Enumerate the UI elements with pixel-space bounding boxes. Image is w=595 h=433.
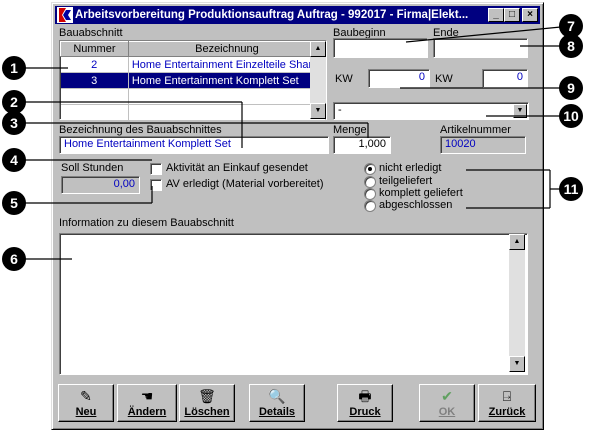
callout-8: 8: [559, 34, 583, 58]
callout-9: 9: [559, 76, 583, 100]
callout-3: 3: [2, 111, 26, 135]
callout-10: 10: [559, 104, 583, 128]
callout-6: 6: [2, 247, 26, 271]
callout-11: 11: [559, 177, 583, 201]
callout-lines: [25, 25, 572, 260]
callout-4: 4: [2, 148, 26, 172]
callout-1: 1: [2, 56, 26, 80]
callout-5: 5: [2, 191, 26, 215]
